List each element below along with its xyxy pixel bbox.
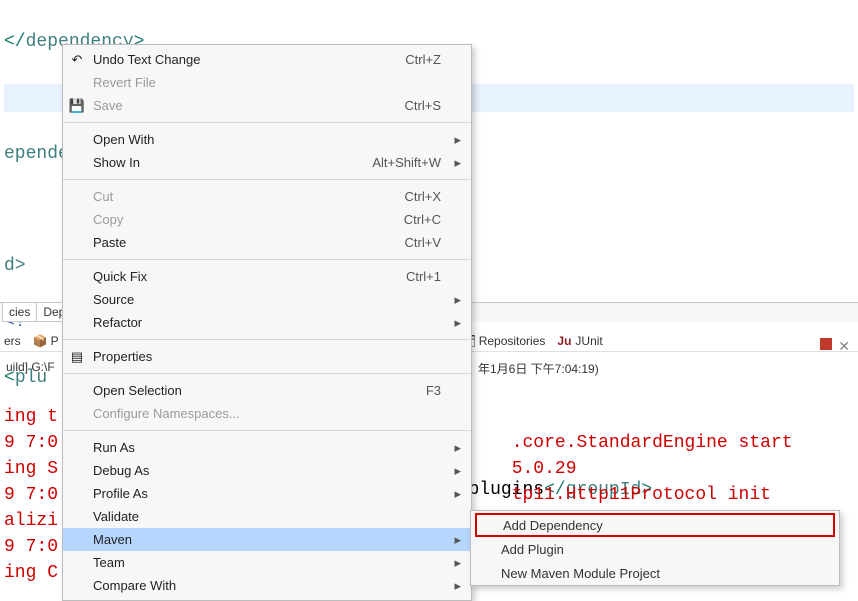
menu-profile-as[interactable]: Profile As▸ (63, 482, 471, 505)
menu-source[interactable]: Source▸ (63, 288, 471, 311)
menu-copy[interactable]: CopyCtrl+C (63, 208, 471, 231)
menu-validate[interactable]: Validate (63, 505, 471, 528)
tab-fragment[interactable]: cies (2, 303, 37, 322)
menu-open-selection[interactable]: Open SelectionF3 (63, 379, 471, 402)
menu-open-with[interactable]: Open With▸ (63, 128, 471, 151)
menu-team[interactable]: Team▸ (63, 551, 471, 574)
properties-icon: ▤ (69, 349, 85, 365)
view-item[interactable]: ers (4, 334, 21, 348)
view-junit[interactable]: JuJUnit (557, 334, 602, 348)
menu-configure-namespaces[interactable]: Configure Namespaces... (63, 402, 471, 425)
menu-save[interactable]: 💾 SaveCtrl+S (63, 94, 471, 117)
menu-compare-with[interactable]: Compare With▸ (63, 574, 471, 597)
tag-open: </ (4, 32, 26, 52)
menu-run-as[interactable]: Run As▸ (63, 436, 471, 459)
package-icon: 📦 (33, 334, 47, 348)
menu-refactor[interactable]: Refactor▸ (63, 311, 471, 334)
menu-debug-as[interactable]: Debug As▸ (63, 459, 471, 482)
menu-maven[interactable]: Maven▸ (63, 528, 471, 551)
console-title-left: uild] G:\F (6, 360, 55, 374)
view-maven-repos[interactable]: 🗂Repositories (461, 334, 546, 348)
maven-submenu: Add Dependency Add Plugin New Maven Modu… (470, 510, 840, 586)
menu-quick-fix[interactable]: Quick FixCtrl+1 (63, 265, 471, 288)
undo-icon: ↶ (69, 52, 85, 68)
menu-show-in[interactable]: Show InAlt+Shift+W▸ (63, 151, 471, 174)
menu-properties[interactable]: ▤ Properties (63, 345, 471, 368)
close-icon[interactable]: ✕ (838, 338, 850, 355)
terminate-icon[interactable] (820, 338, 832, 350)
menu-paste[interactable]: PasteCtrl+V (63, 231, 471, 254)
context-menu: ↶ Undo Text ChangeCtrl+Z Revert File 💾 S… (62, 44, 472, 601)
menu-cut[interactable]: CutCtrl+X (63, 185, 471, 208)
submenu-add-plugin[interactable]: Add Plugin (471, 537, 839, 561)
junit-icon: Ju (557, 334, 571, 348)
console-toolbar: ✕ (820, 338, 850, 355)
code-frag: d> (4, 256, 26, 276)
submenu-new-maven-module[interactable]: New Maven Module Project (471, 561, 839, 585)
view-item[interactable]: 📦P (33, 334, 59, 348)
submenu-add-dependency[interactable]: Add Dependency (475, 513, 835, 537)
menu-revert-file[interactable]: Revert File (63, 71, 471, 94)
console-title-right: 年1月6日 下午7:04:19) (478, 360, 599, 377)
menu-undo[interactable]: ↶ Undo Text ChangeCtrl+Z (63, 48, 471, 71)
save-icon: 💾 (69, 98, 85, 114)
